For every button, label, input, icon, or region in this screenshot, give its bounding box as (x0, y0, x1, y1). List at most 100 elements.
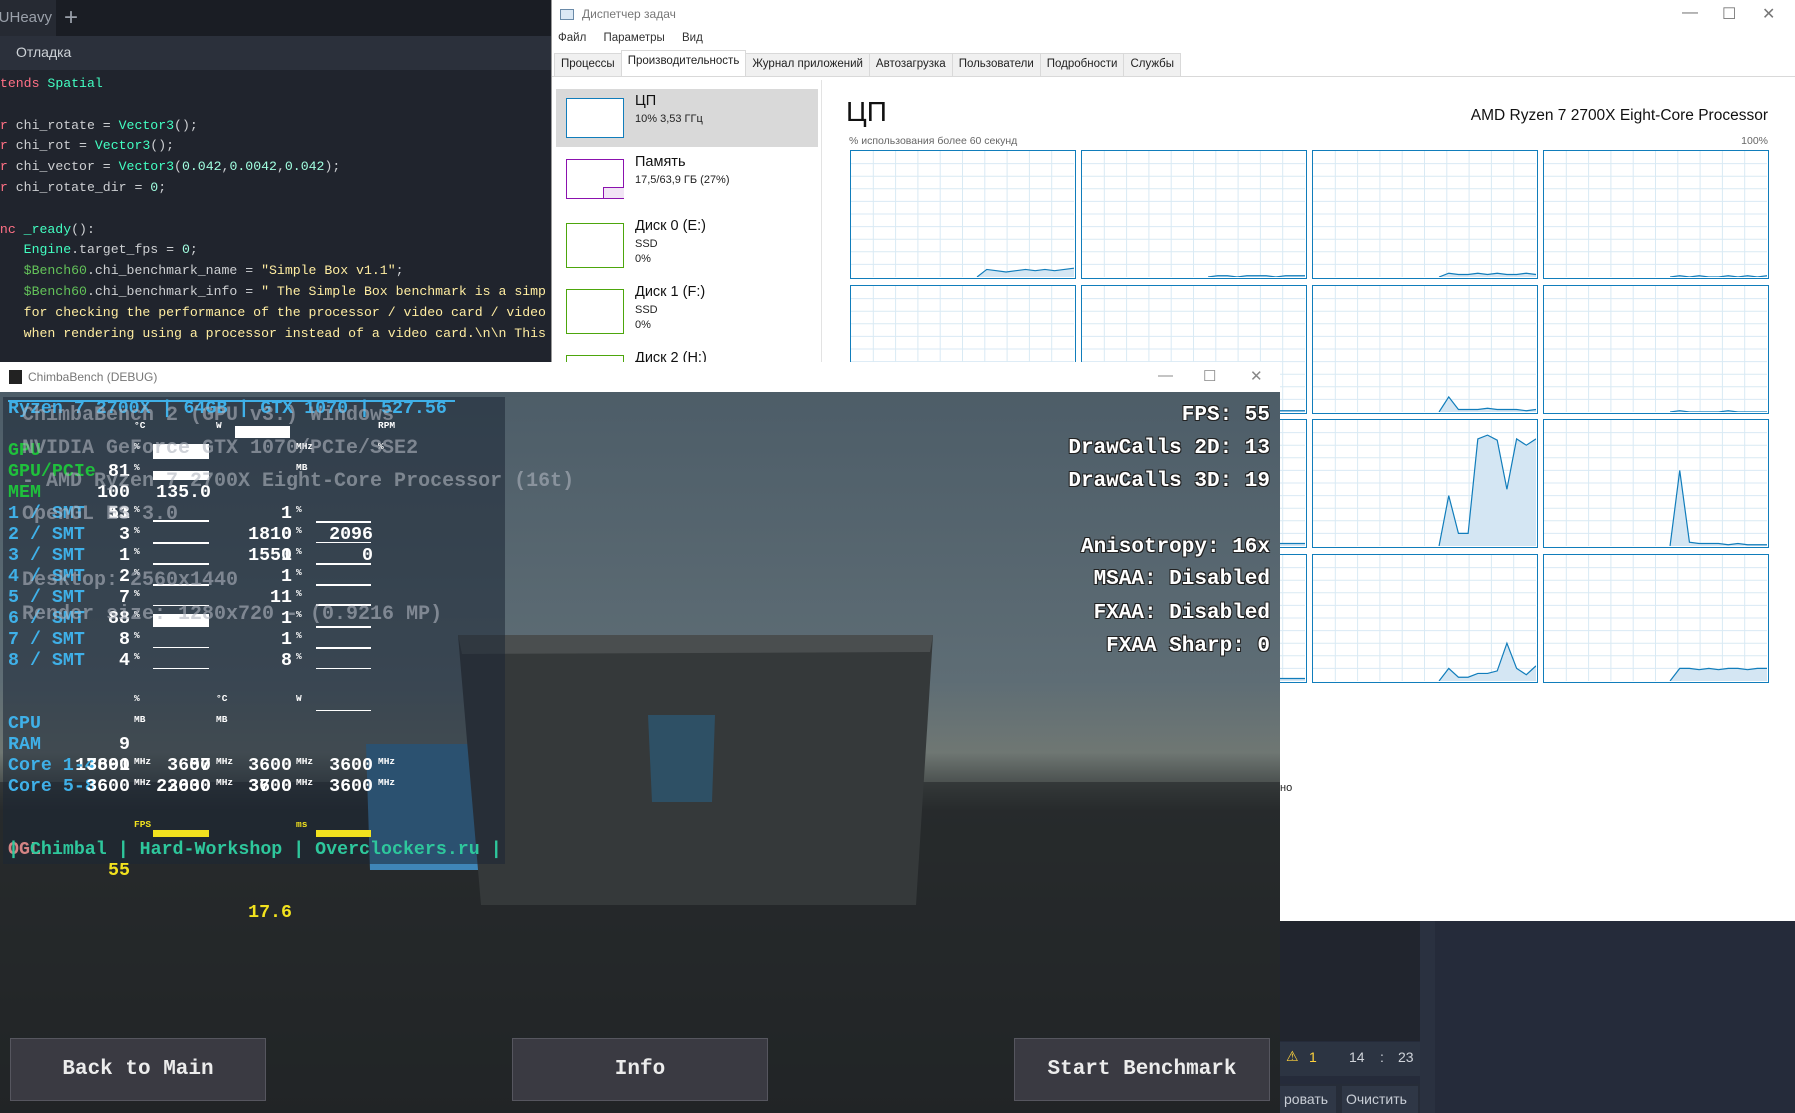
close-button[interactable]: ✕ (1250, 367, 1263, 385)
code-token: " The Simple Box benchmark is a simp (261, 283, 546, 299)
tab-performance[interactable]: Производительность (620, 50, 747, 75)
unit: MHz (378, 777, 396, 788)
unit: % (134, 651, 140, 662)
code-token: $Bench60 (23, 283, 87, 299)
usage-line (1669, 275, 1767, 277)
code-editor: CPUHeavy + Отладка xtends Spatial ar chi… (0, 0, 560, 362)
tab-bar: Процессы Производительность Журнал прило… (552, 50, 1795, 77)
menu-view[interactable]: Вид (682, 32, 703, 44)
sidebar-item-cpu[interactable]: ЦП 10% 3,53 ГГц (556, 89, 818, 147)
editor-tab-label: CPUHeavy (0, 9, 52, 26)
thread-bar (153, 633, 209, 648)
bar-fill (153, 668, 209, 669)
sidebar-sub: 0% (635, 253, 651, 265)
unit: % (296, 504, 302, 515)
unit: W (296, 693, 302, 704)
sidebar-sub: SSD (635, 304, 658, 316)
cpu-thumbnail (566, 98, 624, 138)
minimize-button[interactable]: — (1682, 4, 1698, 22)
msaa-stat: MSAA: Disabled (1093, 568, 1270, 591)
info-button[interactable]: Info (512, 1038, 768, 1101)
code-line: ar chi_rotate = Vector3(); (0, 116, 546, 137)
core-usage-graph (1543, 554, 1769, 683)
thread-load: 3 (119, 525, 130, 545)
unit: % (134, 693, 140, 704)
credits: | Chimbal | Hard-Workshop | Overclockers… (8, 840, 502, 860)
page-title: ЦП (846, 96, 887, 127)
unit: % (296, 630, 302, 641)
tab-services[interactable]: Службы (1123, 53, 1182, 76)
code-token: 0.042 (181, 159, 222, 175)
maximize-button[interactable]: ☐ (1203, 367, 1216, 385)
sidebar-sub: 10% 3,53 ГГц (635, 113, 703, 125)
core-usage-graph (1081, 150, 1307, 279)
code-token: (); (174, 117, 198, 133)
tab-users[interactable]: Пользователи (951, 53, 1041, 76)
bar-fill (316, 709, 371, 711)
add-tab-button[interactable]: + (64, 4, 78, 32)
warning-icon[interactable]: ⚠ (1286, 1048, 1299, 1065)
code-token: Spatial (47, 76, 103, 91)
sidebar-title: Память (635, 154, 686, 170)
code-line: xtends Spatial (0, 74, 546, 95)
menu-file[interactable]: Файл (558, 32, 586, 44)
core-clock-row: Core 1-4 3600 MHz 3600 MHz 3600 MHz 3600 MHz (3, 756, 503, 777)
thread-bar (153, 549, 209, 564)
menu-debug[interactable]: Отладка (16, 44, 71, 60)
start-benchmark-button[interactable]: Start Benchmark (1014, 1038, 1270, 1101)
editor-tab[interactable]: CPUHeavy (0, 0, 56, 36)
fps-value: 55 (108, 861, 130, 881)
unit: % (296, 588, 302, 599)
memory-thumbnail (566, 159, 624, 199)
footer-row: | Chimbal | Hard-Workshop | Overclockers… (3, 840, 503, 861)
unit: % (134, 525, 140, 536)
smt-load: 1 (281, 504, 292, 524)
unit: % (134, 630, 140, 641)
smt-bar (316, 570, 371, 585)
sidebar-item-disk1[interactable]: Диск 1 (F:) SSD 0% (556, 280, 818, 338)
unit: % (134, 546, 140, 557)
tab-app-history[interactable]: Журнал приложений (745, 53, 870, 76)
smt-load: 1 (281, 546, 292, 566)
close-button[interactable]: ✕ (1762, 4, 1775, 24)
code-token: Vector3 (118, 159, 175, 175)
sidebar-sub: 17,5/63,9 ГБ (27%) (635, 174, 730, 186)
code-text[interactable]: xtends Spatial ar chi_rotate = Vector3()… (0, 74, 546, 344)
ogl-row: OGL 55 FPS 17.6 ms (3, 819, 503, 923)
separator: : (1380, 1049, 1384, 1065)
code-token: Engine (23, 242, 72, 258)
core-usage-graph (850, 150, 1076, 279)
code-line: Engine.target_fps = 0; (0, 240, 546, 261)
sidebar-item-memory[interactable]: Память 17,5/63,9 ГБ (27%) (556, 150, 818, 208)
maximize-button[interactable]: ☐ (1722, 4, 1736, 24)
thread-load: 1 (119, 546, 130, 566)
smt-bar (316, 633, 371, 648)
unit: FPS (134, 819, 152, 830)
smt-bar (316, 528, 371, 543)
tab-details[interactable]: Подробности (1039, 53, 1125, 76)
clear-button[interactable]: Очистить (1342, 1086, 1418, 1113)
code-line: unc _ready(): (0, 220, 546, 241)
tab-processes[interactable]: Процессы (554, 53, 622, 76)
unit: MHz (378, 756, 396, 767)
panel-splitter[interactable] (1420, 921, 1435, 1113)
code-token: chi_rot = (15, 138, 95, 154)
tab-startup[interactable]: Автозагрузка (868, 53, 953, 76)
3d-viewport[interactable]: Ryzen 7 2700X | 64GB | GTX 1070 | 527.56… (0, 392, 1280, 1113)
code-token: Vector3 (94, 138, 151, 154)
sidebar-item-disk0[interactable]: Диск 0 (E:) SSD 0% (556, 214, 818, 272)
editor-menu-bar: Отладка (0, 36, 560, 70)
thread-bar (153, 528, 209, 543)
minimize-button[interactable]: — (1158, 367, 1173, 384)
core-usage-graph (1543, 285, 1769, 414)
info-line: - AMD Ryzen 7 2700X Eight-Core Processor… (22, 470, 575, 493)
core-clock: 3600 (86, 756, 130, 776)
thread-row: 2 / SMT 3% 0% (3, 525, 503, 546)
back-to-main-button[interactable]: Back to Main (10, 1038, 266, 1101)
code-token: "Simple Box v1.1" (261, 263, 396, 279)
copy-button[interactable]: ровать (1280, 1086, 1336, 1113)
menu-options[interactable]: Параметры (603, 32, 664, 44)
